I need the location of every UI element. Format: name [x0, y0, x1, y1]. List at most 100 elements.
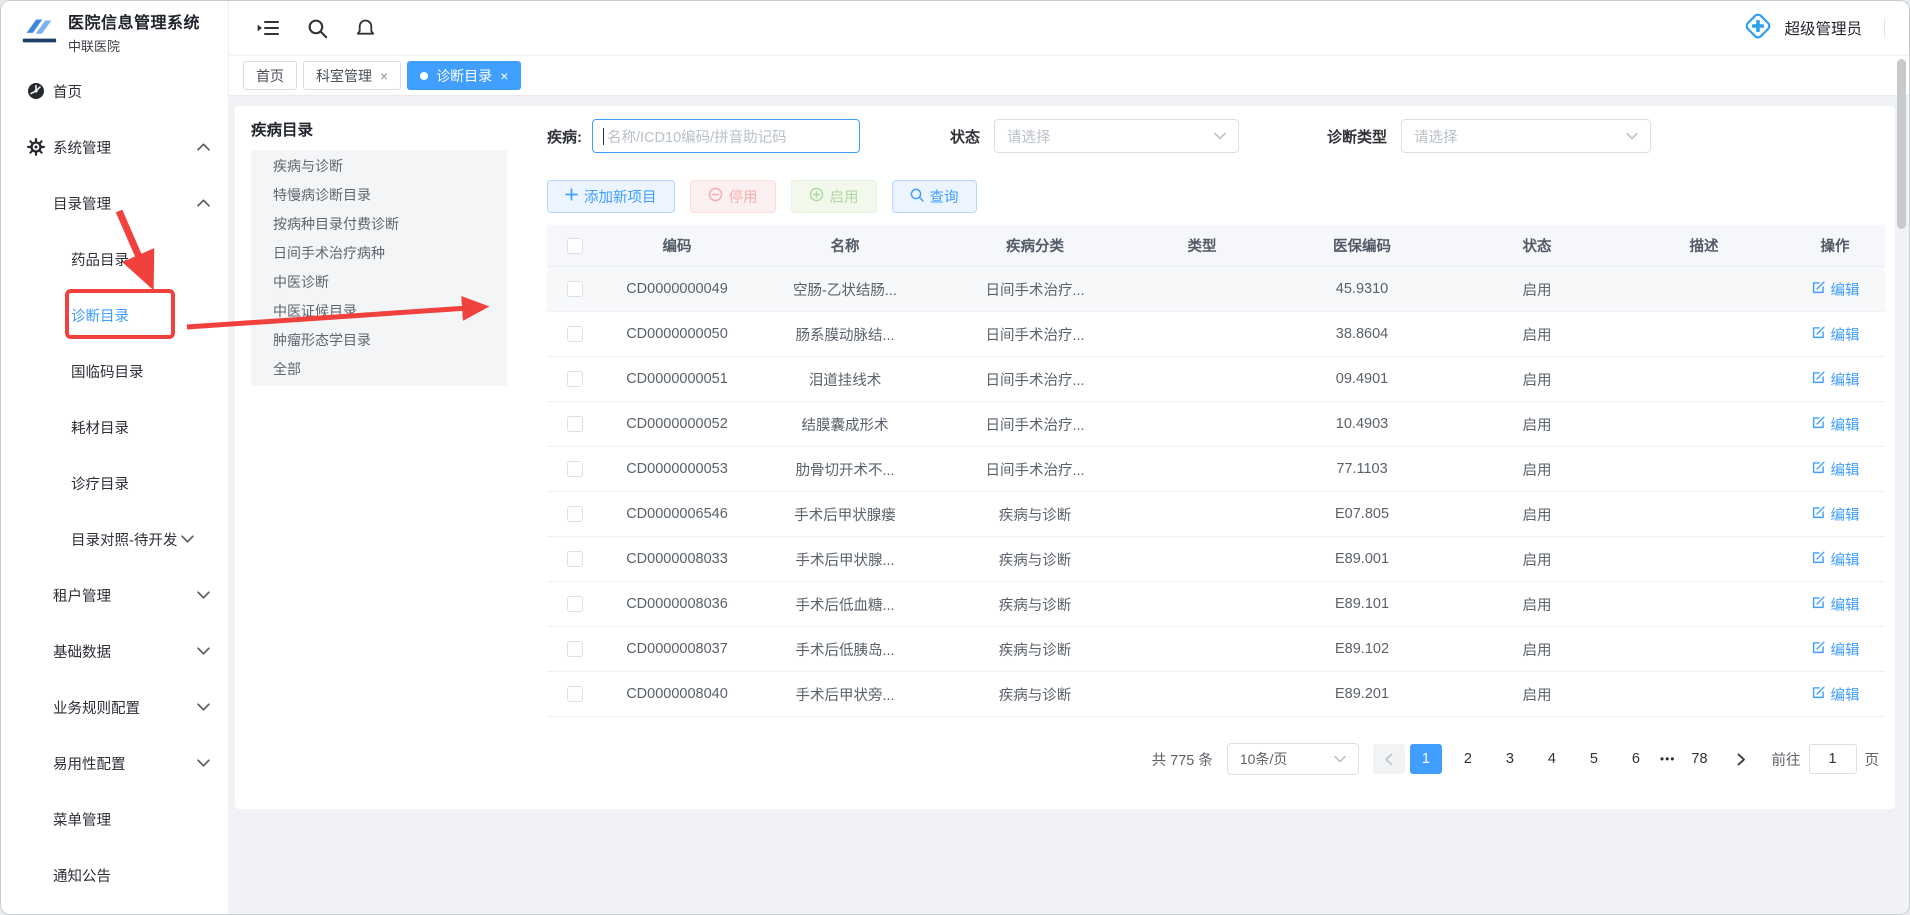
tree-item[interactable]: 中医诊断: [251, 268, 507, 297]
row-checkbox[interactable]: [567, 551, 583, 567]
window-scrollbar-thumb[interactable]: [1897, 59, 1906, 229]
chevron-down-icon: [181, 535, 194, 543]
disable-button[interactable]: 停用: [690, 180, 776, 213]
page-button-2[interactable]: 2: [1452, 744, 1484, 774]
tab-diagnosis-catalog[interactable]: 诊断目录 ×: [407, 61, 521, 90]
edit-button[interactable]: 编辑: [1811, 684, 1860, 705]
row-checkbox[interactable]: [567, 371, 583, 387]
chevron-down-icon: [197, 703, 210, 711]
close-icon[interactable]: ×: [380, 68, 388, 84]
sidebar-item-1[interactable]: 系统管理: [1, 119, 228, 175]
query-button[interactable]: 查询: [892, 180, 977, 213]
page-button-5[interactable]: 5: [1578, 744, 1610, 774]
cell-insurance-code: E89.101: [1273, 596, 1451, 612]
edit-button[interactable]: 编辑: [1811, 414, 1860, 435]
row-checkbox[interactable]: [567, 641, 583, 657]
sidebar-item-12[interactable]: 易用性配置: [1, 735, 228, 791]
tree-item[interactable]: 全部: [251, 355, 507, 384]
page-button-6[interactable]: 6: [1620, 744, 1652, 774]
row-checkbox[interactable]: [567, 326, 583, 342]
edit-icon: [1811, 685, 1826, 704]
page-button-1[interactable]: 1: [1410, 744, 1442, 774]
cell-name: 空肠-乙状结肠...: [751, 279, 939, 300]
bell-icon[interactable]: [356, 18, 375, 39]
tree-item[interactable]: 中医证候目录: [251, 297, 507, 326]
prev-page-button[interactable]: [1373, 744, 1405, 774]
edit-button[interactable]: 编辑: [1811, 594, 1860, 615]
tree-item[interactable]: 特慢病诊断目录: [251, 181, 507, 210]
sidebar-item-9[interactable]: 租户管理: [1, 567, 228, 623]
select-all-checkbox[interactable]: [567, 238, 583, 254]
sidebar-item-13[interactable]: 菜单管理: [1, 791, 228, 847]
user-menu[interactable]: 超级管理员: [1742, 10, 1885, 47]
sidebar-item-0[interactable]: 首页: [1, 63, 228, 119]
row-checkbox[interactable]: [567, 506, 583, 522]
tree-item[interactable]: 肿瘤形态学目录: [251, 326, 507, 355]
sidebar-item-10[interactable]: 基础数据: [1, 623, 228, 679]
edit-button[interactable]: 编辑: [1811, 639, 1860, 660]
edit-button[interactable]: 编辑: [1811, 369, 1860, 390]
tab-bar: 首页 科室管理 × 诊断目录 ×: [229, 56, 1909, 96]
page-size-select[interactable]: 10条/页: [1227, 743, 1359, 775]
edit-button[interactable]: 编辑: [1811, 459, 1860, 480]
app-logo: 医院信息管理系统 中联医院: [1, 1, 228, 63]
tree-item[interactable]: 疾病与诊断: [251, 152, 507, 181]
goto-page-input[interactable]: 1: [1809, 744, 1857, 774]
sidebar-item-3[interactable]: 药品目录: [1, 231, 228, 287]
edit-button[interactable]: 编辑: [1811, 279, 1860, 300]
cell-insurance-code: E89.201: [1273, 686, 1451, 702]
row-checkbox[interactable]: [567, 596, 583, 612]
search-icon[interactable]: [307, 18, 328, 39]
filter-bar: 疾病: 名称/ICD10编码/拼音助记码 状态 请选择 诊断类型: [547, 118, 1883, 154]
sidebar-item-4[interactable]: 诊断目录: [1, 287, 228, 343]
sidebar-item-8[interactable]: 目录对照-待开发: [1, 511, 228, 567]
user-name: 超级管理员: [1784, 17, 1862, 39]
enable-button[interactable]: 启用: [791, 180, 877, 213]
row-checkbox[interactable]: [567, 281, 583, 297]
page-list: 123456 ••• 78: [1405, 744, 1721, 774]
topbar: 超级管理员: [229, 1, 1909, 56]
edit-button[interactable]: 编辑: [1811, 324, 1860, 345]
sidebar-item-7[interactable]: 诊疗目录: [1, 455, 228, 511]
edit-button[interactable]: 编辑: [1811, 549, 1860, 570]
tab-home[interactable]: 首页: [243, 61, 297, 90]
edit-icon: [1811, 280, 1826, 299]
topbar-divider: [1884, 19, 1885, 37]
cell-name: 结膜囊成形术: [751, 414, 939, 435]
edit-button[interactable]: 编辑: [1811, 504, 1860, 525]
next-page-button[interactable]: [1726, 744, 1758, 774]
sidebar-item-2[interactable]: 目录管理: [1, 175, 228, 231]
page-button-3[interactable]: 3: [1494, 744, 1526, 774]
page-button-78[interactable]: 78: [1684, 744, 1716, 774]
cell-insurance-code: E07.805: [1273, 506, 1451, 522]
tree-item[interactable]: 按病种目录付费诊断: [251, 210, 507, 239]
status-select[interactable]: 请选择: [994, 119, 1239, 153]
sidebar-item-11[interactable]: 业务规则配置: [1, 679, 228, 735]
cell-code: CD0000000049: [603, 281, 751, 297]
sidebar-item-6[interactable]: 耗材目录: [1, 399, 228, 455]
page-button-4[interactable]: 4: [1536, 744, 1568, 774]
disease-search-input[interactable]: 名称/ICD10编码/拼音助记码: [592, 119, 860, 153]
plus-circle-icon: [809, 187, 824, 206]
diagnosis-type-select[interactable]: 请选择: [1401, 119, 1651, 153]
pages-ellipsis[interactable]: •••: [1660, 752, 1676, 766]
cell-status: 启用: [1451, 369, 1623, 390]
cell-code: CD0000008036: [603, 596, 751, 612]
row-checkbox[interactable]: [567, 686, 583, 702]
sidebar-item-14[interactable]: 通知公告: [1, 847, 228, 903]
sidebar-fold-icon[interactable]: [257, 19, 279, 37]
row-checkbox[interactable]: [567, 416, 583, 432]
edit-icon: [1811, 415, 1826, 434]
tree-item[interactable]: 日间手术治疗病种: [251, 239, 507, 268]
diagnosis-table: 编码 名称 疾病分类 类型 医保编码 状态 描述 操作 CD0000000049…: [547, 225, 1885, 717]
disease-catalog-panel: 疾病目录 疾病与诊断 特慢病诊断目录 按病种目录付费诊断 日间手术治疗病种 中医…: [235, 106, 507, 809]
logo-icon: [19, 10, 59, 55]
cell-category: 疾病与诊断: [939, 549, 1131, 570]
tab-department-mgmt[interactable]: 科室管理 ×: [303, 61, 401, 90]
chevron-down-icon: [197, 591, 210, 599]
sidebar-item-5[interactable]: 国临码目录: [1, 343, 228, 399]
row-checkbox[interactable]: [567, 461, 583, 477]
cell-status: 启用: [1451, 279, 1623, 300]
close-icon[interactable]: ×: [500, 68, 508, 84]
add-item-button[interactable]: 添加新项目: [547, 180, 675, 213]
